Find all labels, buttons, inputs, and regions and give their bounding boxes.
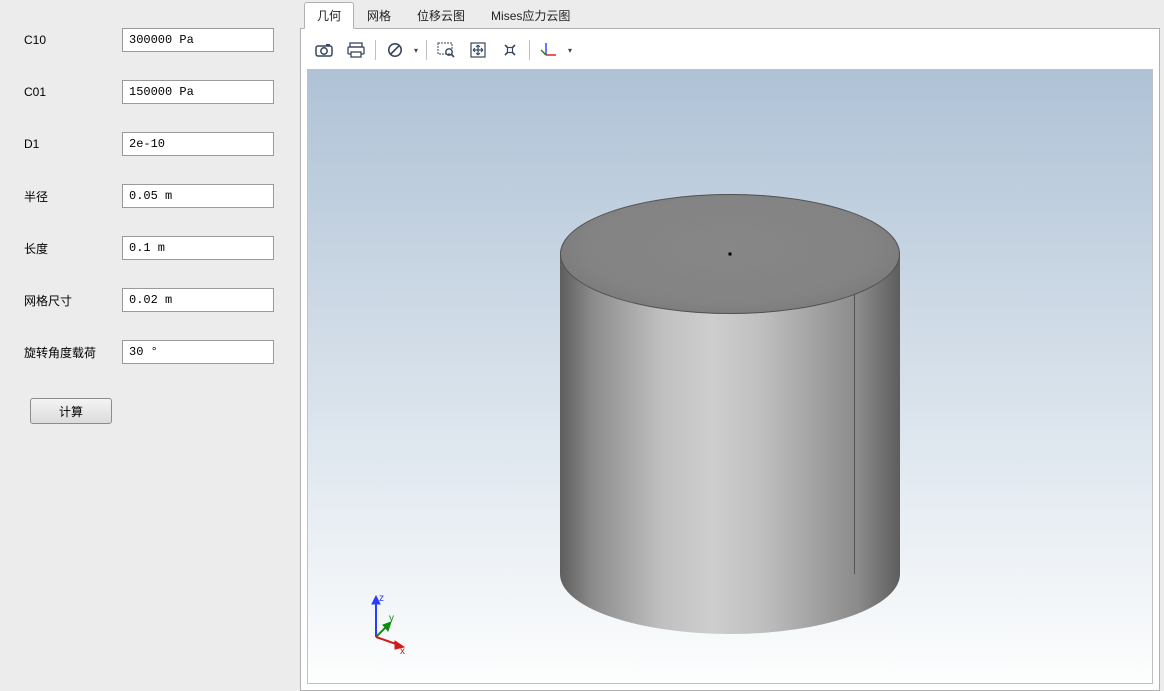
print-icon[interactable] bbox=[343, 38, 369, 62]
tab-geometry[interactable]: 几何 bbox=[304, 2, 354, 29]
label-mesh-size: 网格尺寸 bbox=[24, 292, 122, 309]
field-c10: C10 bbox=[24, 28, 280, 52]
toolbar-separator bbox=[529, 40, 530, 60]
tab-displacement[interactable]: 位移云图 bbox=[404, 2, 478, 29]
tab-mesh[interactable]: 网格 bbox=[354, 2, 404, 29]
input-length[interactable] bbox=[122, 236, 274, 260]
cylinder-top-face bbox=[560, 194, 900, 314]
camera-icon[interactable] bbox=[311, 38, 337, 62]
cylinder-side bbox=[560, 254, 900, 574]
label-c10: C10 bbox=[24, 33, 122, 47]
fit-view-icon[interactable] bbox=[465, 38, 491, 62]
field-c01: C01 bbox=[24, 80, 280, 104]
label-radius: 半径 bbox=[24, 188, 122, 205]
label-rotation-load: 旋转角度载荷 bbox=[24, 344, 122, 361]
viewer-panel: ▾ ▾ bbox=[300, 28, 1160, 691]
toolbar-separator bbox=[375, 40, 376, 60]
field-d1: D1 bbox=[24, 132, 280, 156]
input-c01[interactable] bbox=[122, 80, 274, 104]
cylinder-bottom-face bbox=[560, 514, 900, 634]
cylinder-geometry bbox=[560, 254, 900, 574]
main-area: 几何 网格 位移云图 Mises应力云图 ▾ bbox=[300, 0, 1164, 691]
cylinder-seam bbox=[854, 254, 855, 574]
field-rotation-load: 旋转角度载荷 bbox=[24, 340, 280, 364]
input-radius[interactable] bbox=[122, 184, 274, 208]
input-c10[interactable] bbox=[122, 28, 274, 52]
axis-gizmo[interactable]: z y x bbox=[364, 592, 424, 655]
cancel-icon[interactable] bbox=[382, 38, 408, 62]
axis-x-label: x bbox=[400, 646, 405, 657]
label-length: 长度 bbox=[24, 240, 122, 257]
field-length: 长度 bbox=[24, 236, 280, 260]
field-radius: 半径 bbox=[24, 184, 280, 208]
zoom-select-icon[interactable] bbox=[433, 38, 459, 62]
calculate-button[interactable]: 计算 bbox=[30, 398, 112, 424]
chevron-down-icon[interactable]: ▾ bbox=[412, 46, 420, 55]
geometry-canvas[interactable]: z y x bbox=[307, 69, 1153, 684]
label-d1: D1 bbox=[24, 137, 122, 151]
input-d1[interactable] bbox=[122, 132, 274, 156]
axes-icon[interactable] bbox=[536, 38, 562, 62]
input-mesh-size[interactable] bbox=[122, 288, 274, 312]
chevron-down-icon[interactable]: ▾ bbox=[566, 46, 574, 55]
input-rotation-load[interactable] bbox=[122, 340, 274, 364]
tab-mises[interactable]: Mises应力云图 bbox=[478, 2, 583, 29]
axis-y-label: y bbox=[389, 613, 394, 624]
calc-row: 计算 bbox=[24, 392, 280, 424]
label-c01: C01 bbox=[24, 85, 122, 99]
cylinder-center-dot bbox=[729, 252, 732, 255]
toolbar-separator bbox=[426, 40, 427, 60]
parameter-sidebar: C10 C01 D1 半径 长度 网格尺寸 旋转角度载荷 计算 bbox=[0, 0, 300, 691]
field-mesh-size: 网格尺寸 bbox=[24, 288, 280, 312]
reset-view-icon[interactable] bbox=[497, 38, 523, 62]
axis-z-label: z bbox=[379, 593, 384, 604]
result-tabs: 几何 网格 位移云图 Mises应力云图 bbox=[304, 2, 1160, 29]
viewer-toolbar: ▾ ▾ bbox=[307, 35, 1153, 65]
